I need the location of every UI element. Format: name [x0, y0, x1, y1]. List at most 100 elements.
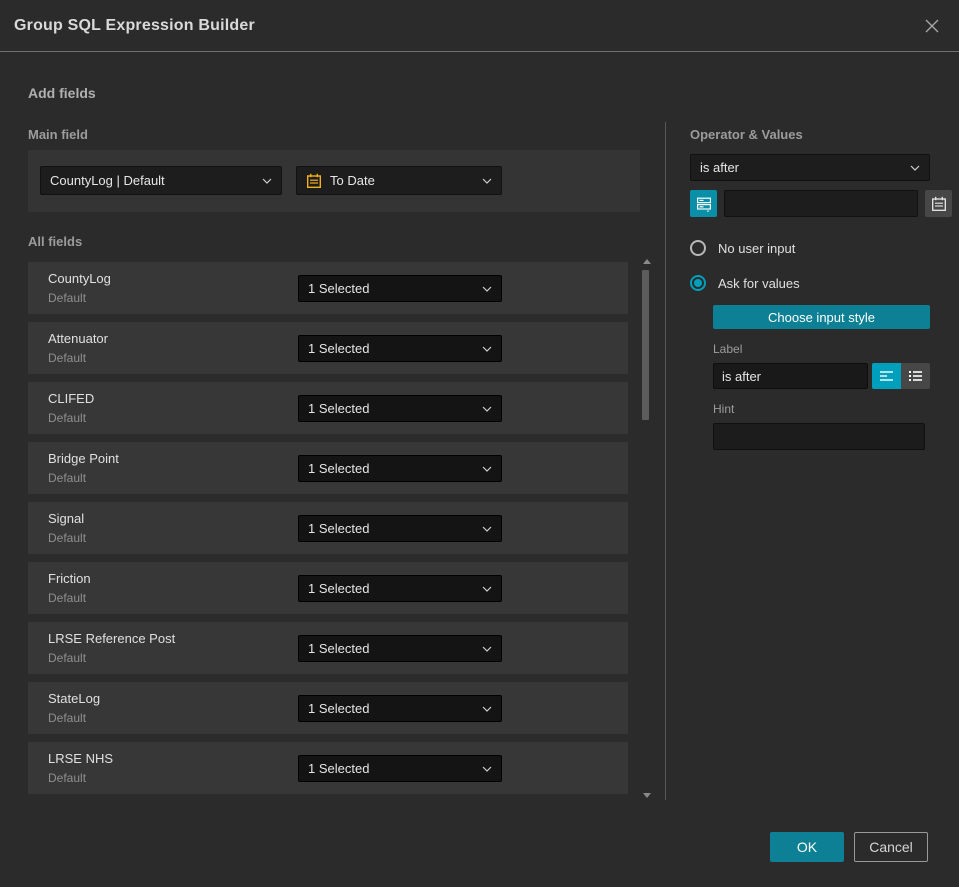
hint-input[interactable] — [713, 423, 925, 450]
field-name: StateLog — [48, 691, 101, 706]
close-icon[interactable] — [921, 15, 943, 37]
field-name: Signal — [48, 511, 85, 526]
label-input[interactable] — [713, 363, 868, 389]
value-input[interactable] — [724, 190, 918, 217]
field-type: Default — [48, 591, 87, 605]
field-selection-dropdown[interactable]: 1 Selected — [298, 515, 502, 542]
chevron-down-icon — [482, 706, 492, 712]
field-selection-value: 1 Selected — [308, 281, 370, 296]
main-field-dropdown[interactable]: CountyLog | Default — [40, 166, 282, 195]
add-fields-heading: Add fields — [28, 85, 96, 101]
field-type: Default — [48, 771, 87, 785]
radio-no-user-input-label: No user input — [718, 240, 796, 256]
chevron-down-icon — [482, 286, 492, 292]
field-selection-dropdown[interactable]: 1 Selected — [298, 335, 502, 362]
field-card: CLIFED Default 1 Selected — [28, 382, 628, 434]
field-type: Default — [48, 531, 87, 545]
choose-input-style-button[interactable]: Choose input style — [713, 305, 930, 329]
hint-caption: Hint — [713, 402, 735, 416]
field-card: StateLog Default 1 Selected — [28, 682, 628, 734]
radio-circle-icon[interactable] — [690, 240, 706, 256]
chevron-down-icon — [482, 526, 492, 532]
field-selection-dropdown[interactable]: 1 Selected — [298, 275, 502, 302]
field-type: Default — [48, 411, 87, 425]
field-selection-dropdown[interactable]: 1 Selected — [298, 575, 502, 602]
chevron-down-icon — [482, 646, 492, 652]
field-selection-value: 1 Selected — [308, 521, 370, 536]
field-selection-value: 1 Selected — [308, 701, 370, 716]
label-caption: Label — [713, 342, 743, 356]
field-name: LRSE Reference Post — [48, 631, 176, 646]
chevron-down-icon — [482, 466, 492, 472]
date-picker-button[interactable] — [925, 190, 952, 217]
list-style-button[interactable] — [901, 363, 930, 389]
chevron-down-icon — [482, 346, 492, 352]
dialog-footer: OK Cancel — [770, 832, 928, 862]
field-selection-value: 1 Selected — [308, 341, 370, 356]
field-name: LRSE NHS — [48, 751, 114, 766]
field-name: Friction — [48, 571, 91, 586]
field-card: LRSE Reference Post Default 1 Selected — [28, 622, 628, 674]
scroll-down-icon[interactable] — [643, 793, 651, 798]
field-type: Default — [48, 291, 87, 305]
radio-no-user-input[interactable]: No user input — [690, 240, 930, 256]
operator-dropdown[interactable]: is after — [690, 154, 930, 181]
field-card: Attenuator Default 1 Selected — [28, 322, 628, 374]
field-card: LRSE NHS Default 1 Selected — [28, 742, 628, 794]
stacked-rows-icon — [696, 197, 711, 212]
field-card: Signal Default 1 Selected — [28, 502, 628, 554]
unique-values-button[interactable] — [690, 190, 717, 217]
field-selection-dropdown[interactable]: 1 Selected — [298, 395, 502, 422]
dialog-titlebar: Group SQL Expression Builder — [0, 0, 959, 52]
operator-values-panel: is after No user input Ask for values Ch… — [690, 154, 952, 450]
all-fields-heading: All fields — [28, 234, 83, 249]
calendar-icon — [307, 173, 322, 188]
date-field-dropdown-value: To Date — [330, 173, 375, 188]
field-selection-dropdown[interactable]: 1 Selected — [298, 695, 502, 722]
radio-ask-for-values-label: Ask for values — [718, 275, 800, 291]
chevron-down-icon — [482, 586, 492, 592]
field-card: Friction Default 1 Selected — [28, 562, 628, 614]
ok-button[interactable]: OK — [770, 832, 844, 862]
field-name: CLIFED — [48, 391, 95, 406]
field-selection-value: 1 Selected — [308, 641, 370, 656]
radio-circle-icon-checked[interactable] — [690, 275, 706, 291]
operator-values-heading: Operator & Values — [690, 127, 803, 142]
field-type: Default — [48, 651, 87, 665]
cancel-button[interactable]: Cancel — [854, 832, 928, 862]
scroll-up-icon[interactable] — [643, 259, 651, 264]
field-selection-dropdown[interactable]: 1 Selected — [298, 635, 502, 662]
field-type: Default — [48, 471, 87, 485]
field-card: CountyLog Default 1 Selected — [28, 262, 628, 314]
operator-dropdown-value: is after — [700, 160, 740, 175]
field-name: Attenuator — [48, 331, 108, 346]
field-type: Default — [48, 711, 87, 725]
field-selection-value: 1 Selected — [308, 461, 370, 476]
date-field-dropdown[interactable]: To Date — [296, 166, 502, 195]
chevron-down-icon — [262, 178, 272, 184]
chevron-down-icon — [482, 178, 492, 184]
main-field-heading: Main field — [28, 127, 88, 142]
calendar-icon — [931, 196, 946, 211]
bulleted-list-icon — [909, 371, 922, 381]
dialog-title: Group SQL Expression Builder — [14, 16, 255, 34]
field-selection-dropdown[interactable]: 1 Selected — [298, 455, 502, 482]
main-field-dropdown-value: CountyLog | Default — [50, 173, 165, 188]
field-card: Bridge Point Default 1 Selected — [28, 442, 628, 494]
main-field-panel: CountyLog | Default To Date — [28, 150, 640, 212]
chevron-down-icon — [482, 766, 492, 772]
panel-divider — [665, 122, 666, 800]
fields-list-scrollbar[interactable] — [640, 257, 652, 800]
scrollbar-thumb[interactable] — [642, 270, 649, 420]
all-fields-list: CountyLog Default 1 Selected Attenuator … — [28, 258, 628, 794]
align-left-icon — [880, 371, 893, 381]
field-selection-value: 1 Selected — [308, 581, 370, 596]
field-selection-value: 1 Selected — [308, 761, 370, 776]
field-type: Default — [48, 351, 87, 365]
field-selection-value: 1 Selected — [308, 401, 370, 416]
field-selection-dropdown[interactable]: 1 Selected — [298, 755, 502, 782]
chevron-down-icon — [910, 165, 920, 171]
field-name: Bridge Point — [48, 451, 119, 466]
single-line-style-button[interactable] — [872, 363, 901, 389]
radio-ask-for-values[interactable]: Ask for values — [690, 275, 930, 291]
